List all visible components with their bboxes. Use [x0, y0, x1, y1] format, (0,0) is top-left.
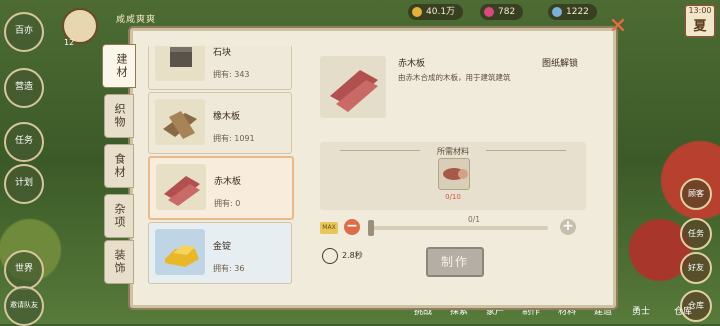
close-icon[interactable]: ✕ — [607, 16, 629, 38]
list-item[interactable]: 石块 拥有: 343 — [148, 46, 292, 90]
list-item[interactable]: 金锭 拥有: 36 — [148, 222, 292, 284]
item-owned: 拥有: 1091 — [213, 134, 255, 143]
side-left-0[interactable]: 百亦 — [4, 12, 44, 52]
side-right-0[interactable]: 顾客 — [680, 178, 712, 210]
item-name: 赤木板 — [214, 177, 242, 187]
craft-button[interactable]: 制作 — [426, 247, 484, 277]
nav-6[interactable]: 勇士 — [632, 304, 650, 317]
red-wood-log-icon[interactable] — [438, 158, 470, 190]
time-label: 13:00 — [688, 6, 712, 15]
blueprint-unlock-label: 图纸解锁 — [542, 59, 579, 69]
player-level: 12 — [64, 38, 75, 47]
side-left-4[interactable]: 世界 — [4, 250, 44, 290]
token-icon — [552, 7, 562, 17]
increase-button[interactable]: + — [560, 219, 576, 235]
tab-fabrics[interactable]: 织物 — [104, 94, 134, 138]
item-name: 石块 — [213, 48, 232, 58]
player-name: 咸咸爽爽 — [116, 15, 157, 25]
stone-icon — [155, 46, 205, 81]
tab-building-materials[interactable]: 建材 — [102, 44, 136, 88]
red-plank-icon — [156, 164, 206, 210]
side-right-2[interactable]: 好友 — [680, 252, 712, 284]
oak-plank-icon — [155, 99, 205, 145]
max-button[interactable]: MAX — [320, 222, 338, 234]
tab-misc[interactable]: 杂项 — [104, 194, 134, 238]
required-count: 0/10 — [445, 193, 461, 201]
red-plank-large-icon — [320, 56, 386, 118]
material-list: 石块 拥有: 343 橡木板 拥有: 1091 赤木板 拥有: 0 金锭 拥有:… — [148, 46, 294, 286]
gem-icon — [484, 7, 494, 17]
gold-ingot-icon — [155, 229, 205, 275]
list-item-selected[interactable]: 赤木板 拥有: 0 — [148, 156, 294, 220]
resource-counter-2: 782 — [480, 4, 524, 20]
coin-icon — [412, 7, 422, 17]
coins-counter: 40.1万 — [408, 4, 464, 20]
tab-food[interactable]: 食材 — [104, 144, 134, 188]
tab-decoration[interactable]: 装饰 — [104, 240, 134, 284]
craft-time: 2.8秒 — [342, 251, 363, 260]
item-name: 橡木板 — [213, 112, 241, 122]
side-left-1[interactable]: 营造 — [4, 68, 44, 108]
item-owned: 拥有: 0 — [214, 199, 241, 208]
season-label: 夏 — [693, 19, 707, 34]
required-materials-title: 所需材料 — [437, 147, 469, 156]
slider-handle[interactable] — [368, 220, 374, 236]
quantity-label: 0/1 — [467, 215, 481, 224]
side-left-5[interactable]: 邀请队友 — [4, 286, 44, 326]
required-materials: 所需材料 0/10 — [320, 142, 586, 210]
item-owned: 拥有: 36 — [213, 264, 245, 273]
side-left-2[interactable]: 任务 — [4, 122, 44, 162]
item-name: 金锭 — [213, 242, 232, 252]
item-owned: 拥有: 343 — [213, 70, 250, 79]
quantity-slider[interactable] — [370, 226, 548, 230]
detail-description: 由赤木合成的木板，用于建筑建筑 — [398, 73, 511, 82]
detail-title: 赤木板 — [398, 59, 426, 69]
nav-7[interactable]: 仓库 — [674, 304, 692, 317]
side-right-1[interactable]: 任务 — [680, 218, 712, 250]
clock-widget: 13:00 夏 — [684, 4, 716, 38]
list-item[interactable]: 橡木板 拥有: 1091 — [148, 92, 292, 154]
side-left-3[interactable]: 计划 — [4, 164, 44, 204]
clock-icon — [322, 248, 338, 264]
decrease-button[interactable]: − — [344, 219, 360, 235]
resource-counter-3: 1222 — [548, 4, 597, 20]
